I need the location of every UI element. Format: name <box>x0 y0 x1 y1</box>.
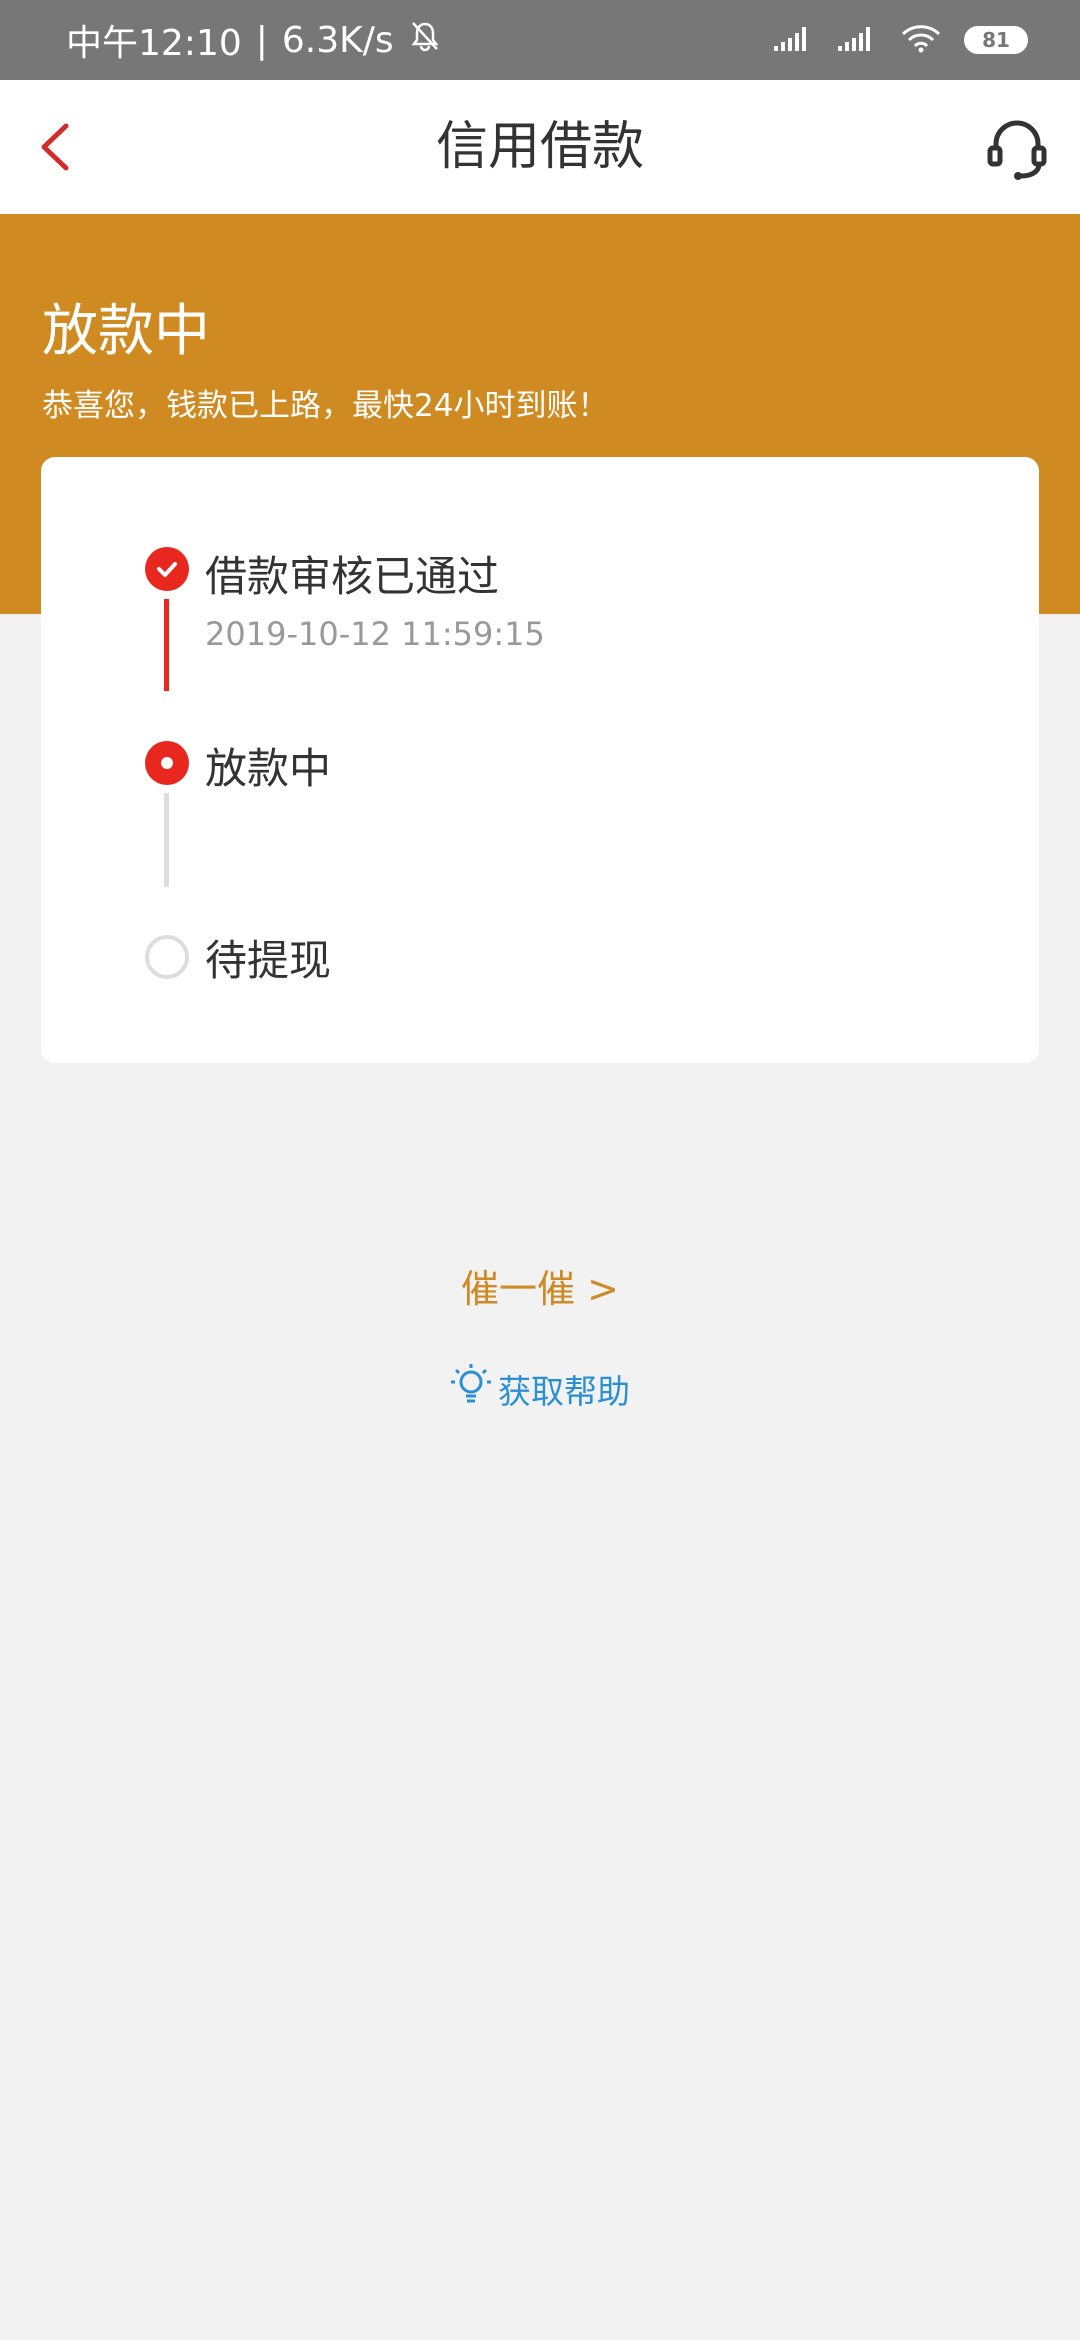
step-connector-complete <box>164 599 169 691</box>
customer-service-button[interactable] <box>984 116 1050 182</box>
status-time: 中午12:10 <box>66 23 242 64</box>
step-label-disbursing: 放款中 <box>205 744 332 793</box>
step-connector-pending <box>164 793 169 887</box>
status-left: 中午12:10 | 6.3K/s <box>66 0 442 80</box>
step-label-pending-withdraw: 待提现 <box>205 936 332 985</box>
battery-level: 81 <box>982 28 1010 52</box>
battery-icon: 81 <box>964 26 1028 54</box>
status-separator: | <box>255 19 268 61</box>
get-help-label: 获取帮助 <box>498 1372 630 1411</box>
top-navigation-bar: 信用借款 <box>0 80 1080 214</box>
wifi-icon <box>900 23 942 57</box>
mute-bell-icon <box>408 19 442 62</box>
banner-subtitle: 恭喜您，钱款已上路，最快24小时到账！ <box>42 388 609 424</box>
status-right: 81 <box>772 0 1028 80</box>
step-pending-circle-icon <box>145 935 189 979</box>
lightbulb-icon <box>450 1362 492 1416</box>
urge-button[interactable]: 催一催 > <box>0 1258 1080 1313</box>
step-timestamp: 2019-10-12 11:59:15 <box>205 615 545 653</box>
status-bar: 中午12:10 | 6.3K/s 81 <box>0 0 1080 80</box>
signal-icon-1 <box>772 24 814 56</box>
network-speed: 6.3K/s <box>281 19 394 61</box>
page-title: 信用借款 <box>435 117 644 177</box>
progress-card: 借款审核已通过 2019-10-12 11:59:15 放款中 待提现 <box>41 457 1039 1063</box>
headset-icon <box>987 120 1047 180</box>
banner-title: 放款中 <box>42 299 210 364</box>
step-label-approved: 借款审核已通过 <box>205 552 500 601</box>
step-active-dot-icon <box>145 741 189 785</box>
step-done-check-icon <box>145 547 189 591</box>
get-help-link[interactable]: 获取帮助 <box>0 1362 1080 1416</box>
signal-icon-2 <box>836 24 878 56</box>
